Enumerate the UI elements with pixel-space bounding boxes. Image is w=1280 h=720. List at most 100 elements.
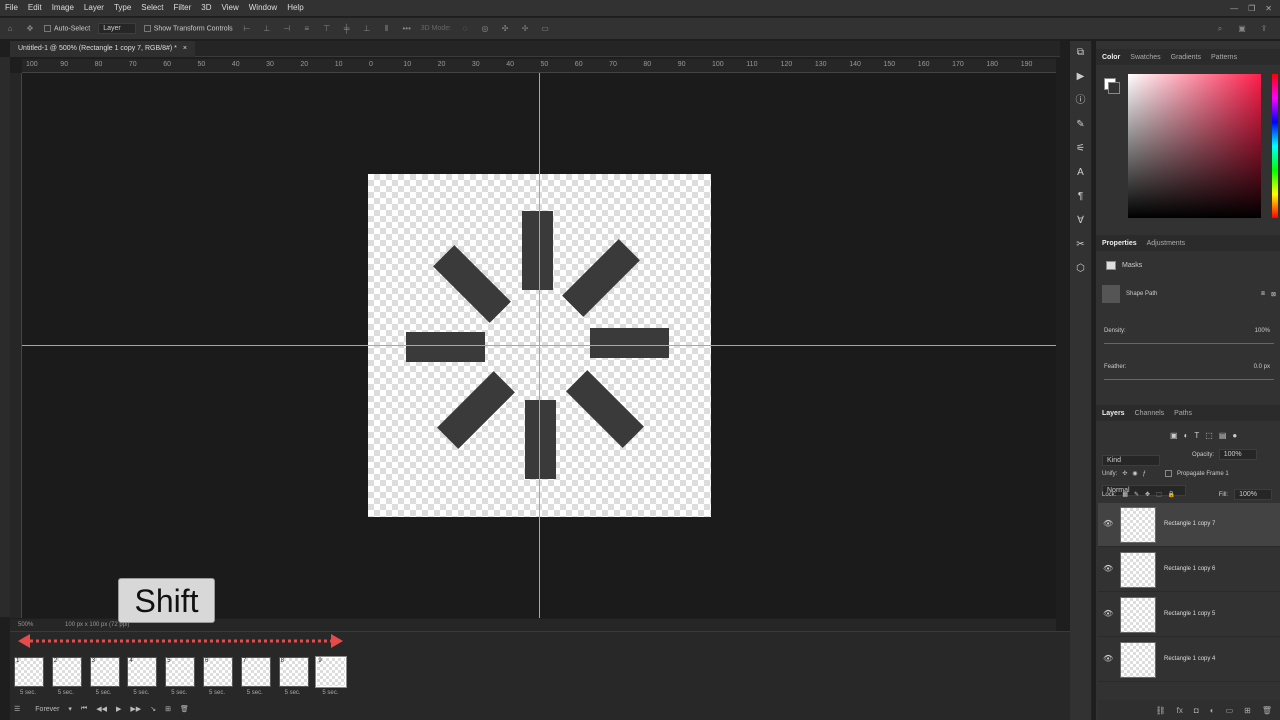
lock-artboard-icon[interactable]: ⬚ [1156, 491, 1162, 498]
tab-color[interactable]: Color [1102, 54, 1120, 61]
auto-select-checkbox[interactable] [44, 24, 51, 32]
timeline-frame[interactable]: 5 [165, 657, 196, 687]
spinner-bar-bottom-left[interactable] [437, 371, 515, 449]
unify-visibility-icon[interactable]: ◉ [1132, 470, 1137, 477]
align-bottom-icon[interactable]: ⊥ [361, 24, 373, 33]
spinner-bar-bottom[interactable] [525, 400, 556, 479]
type-filter-icon[interactable]: T [1194, 431, 1199, 440]
vertical-ruler[interactable] [10, 73, 22, 618]
close-icon[interactable]: ✕ [1265, 4, 1272, 13]
distribute-icon[interactable]: ≡ [301, 24, 313, 33]
spinner-bar-left[interactable] [406, 332, 485, 362]
orbit-3d-icon[interactable]: ◌ [459, 24, 471, 33]
tween-icon[interactable]: ↘ [150, 705, 156, 713]
transform-controls-toggle[interactable]: Show Transform Controls [143, 24, 233, 32]
new-group-icon[interactable]: ▭ [1226, 706, 1234, 715]
feather-value[interactable]: 0.0 px [1254, 364, 1270, 370]
timeline-frame[interactable]: 6 [203, 657, 233, 687]
tab-channels[interactable]: Channels [1135, 410, 1165, 417]
adjustment-layer-icon[interactable]: ◐ [1210, 706, 1215, 715]
frame-delay[interactable]: 5 sec. [285, 690, 301, 696]
delete-frame-icon[interactable]: 🗑 [180, 705, 189, 713]
density-value[interactable]: 100% [1255, 328, 1270, 334]
frame-delay[interactable]: 5 sec. [96, 690, 112, 696]
frame-delay[interactable]: 5 sec. [209, 690, 225, 696]
play-icon[interactable]: ▶ [116, 705, 121, 713]
first-frame-icon[interactable]: ⏮ [81, 705, 87, 713]
new-layer-icon[interactable]: ⊞ [1244, 706, 1251, 715]
menu-view[interactable]: View [217, 0, 244, 16]
lock-all-icon[interactable]: 🔒 [1168, 491, 1175, 498]
timeline-menu-icon[interactable]: ☰ [14, 705, 20, 713]
timeline-frame[interactable]: 7 [240, 657, 271, 687]
spinner-bar-top-left[interactable] [433, 245, 511, 323]
tab-paths[interactable]: Paths [1174, 410, 1192, 417]
layer-row[interactable]: 👁 Rectangle 1 copy 7 [1098, 503, 1280, 547]
home-icon[interactable]: ⌂ [4, 24, 16, 33]
lock-image-icon[interactable]: ✎ [1134, 491, 1139, 498]
close-tab-icon[interactable]: × [183, 45, 187, 52]
tab-gradients[interactable]: Gradients [1171, 54, 1201, 61]
move-tool-icon[interactable]: ✥ [24, 24, 36, 33]
auto-select-toggle[interactable]: Auto-Select [44, 24, 90, 32]
history-icon[interactable]: ⧉ [1070, 41, 1091, 65]
visibility-eye-icon[interactable]: 👁 [1103, 564, 1113, 573]
adjustment-filter-icon[interactable]: ◐ [1184, 431, 1189, 440]
document-tab[interactable]: Untitled-1 @ 500% (Rectangle 1 copy 7, R… [10, 41, 195, 57]
3d-icon[interactable]: ⬡ [1070, 257, 1091, 281]
lock-position-icon[interactable]: ✥ [1145, 491, 1150, 498]
frame-delay[interactable]: 5 sec. [58, 690, 74, 696]
smart-object-filter-icon[interactable]: ▤ [1219, 431, 1227, 440]
delete-layer-icon[interactable]: 🗑 [1262, 706, 1272, 715]
filter-toggle-icon[interactable]: ● [1232, 431, 1237, 440]
align-middle-icon[interactable]: ╪ [341, 24, 353, 33]
minimize-icon[interactable]: — [1230, 4, 1238, 13]
transform-controls-checkbox[interactable] [143, 24, 151, 32]
timeline-frame[interactable]: 8 [278, 657, 309, 687]
align-top-icon[interactable]: ⊤ [321, 24, 333, 33]
tab-swatches[interactable]: Swatches [1130, 54, 1160, 61]
prev-frame-icon[interactable]: ◀◀ [96, 705, 107, 713]
timeline-frame[interactable]: 1 [14, 657, 44, 687]
menu-type[interactable]: Type [109, 0, 136, 16]
align-left-icon[interactable]: ⊢ [241, 24, 253, 33]
vector-mask-icon[interactable]: ⧈ [1261, 291, 1265, 298]
workspace-icon[interactable]: ▣ [1236, 24, 1248, 34]
glyphs-icon[interactable]: Ɐ [1070, 209, 1091, 233]
close-icon[interactable]: ⊠ [1271, 291, 1280, 298]
menu-window[interactable]: Window [244, 0, 282, 16]
menu-layer[interactable]: Layer [79, 0, 109, 16]
spinner-bar-top-right[interactable] [562, 239, 640, 317]
menu-help[interactable]: Help [282, 0, 308, 16]
menu-3d[interactable]: 3D [196, 0, 216, 16]
scale-3d-icon[interactable]: ▭ [539, 24, 551, 33]
share-icon[interactable]: ⇪ [1258, 24, 1270, 34]
slide-3d-icon[interactable]: ✢ [519, 24, 531, 33]
next-frame-icon[interactable]: ▶▶ [130, 705, 141, 713]
tab-layers[interactable]: Layers [1102, 410, 1125, 417]
add-mask-icon[interactable]: ◘ [1194, 706, 1199, 715]
tab-patterns[interactable]: Patterns [1211, 54, 1237, 61]
frame-delay[interactable]: 5 sec. [20, 690, 36, 696]
timeline-frame[interactable]: 3 [89, 657, 120, 687]
horizontal-guide[interactable] [22, 345, 1056, 346]
frame-delay[interactable]: 5 sec. [133, 690, 149, 696]
actions-icon[interactable]: ▶ [1070, 65, 1091, 89]
visibility-eye-icon[interactable]: 👁 [1103, 609, 1113, 618]
info-icon[interactable]: ⓘ [1070, 89, 1091, 113]
frame-delay[interactable]: 5 sec. [171, 690, 187, 696]
color-picker-field[interactable] [1128, 74, 1261, 218]
visibility-eye-icon[interactable]: 👁 [1103, 519, 1113, 528]
menu-file[interactable]: File [0, 0, 23, 16]
restore-icon[interactable]: ❐ [1248, 4, 1255, 13]
shape-path-row[interactable]: Shape Path ⧈ ⊠ [1102, 284, 1280, 304]
hue-slider[interactable] [1272, 74, 1278, 218]
paragraph-icon[interactable]: ¶ [1070, 185, 1091, 209]
layer-style-icon[interactable]: fx [1177, 706, 1183, 715]
lock-transparent-icon[interactable]: ▦ [1122, 491, 1128, 498]
search-icon[interactable]: ⌕ [1214, 24, 1226, 34]
spinner-bar-bottom-right[interactable] [566, 370, 644, 448]
roll-3d-icon[interactable]: ◎ [479, 24, 491, 33]
layer-filter-kind[interactable]: Kind [1102, 455, 1160, 466]
propagate-checkbox[interactable] [1164, 470, 1172, 477]
